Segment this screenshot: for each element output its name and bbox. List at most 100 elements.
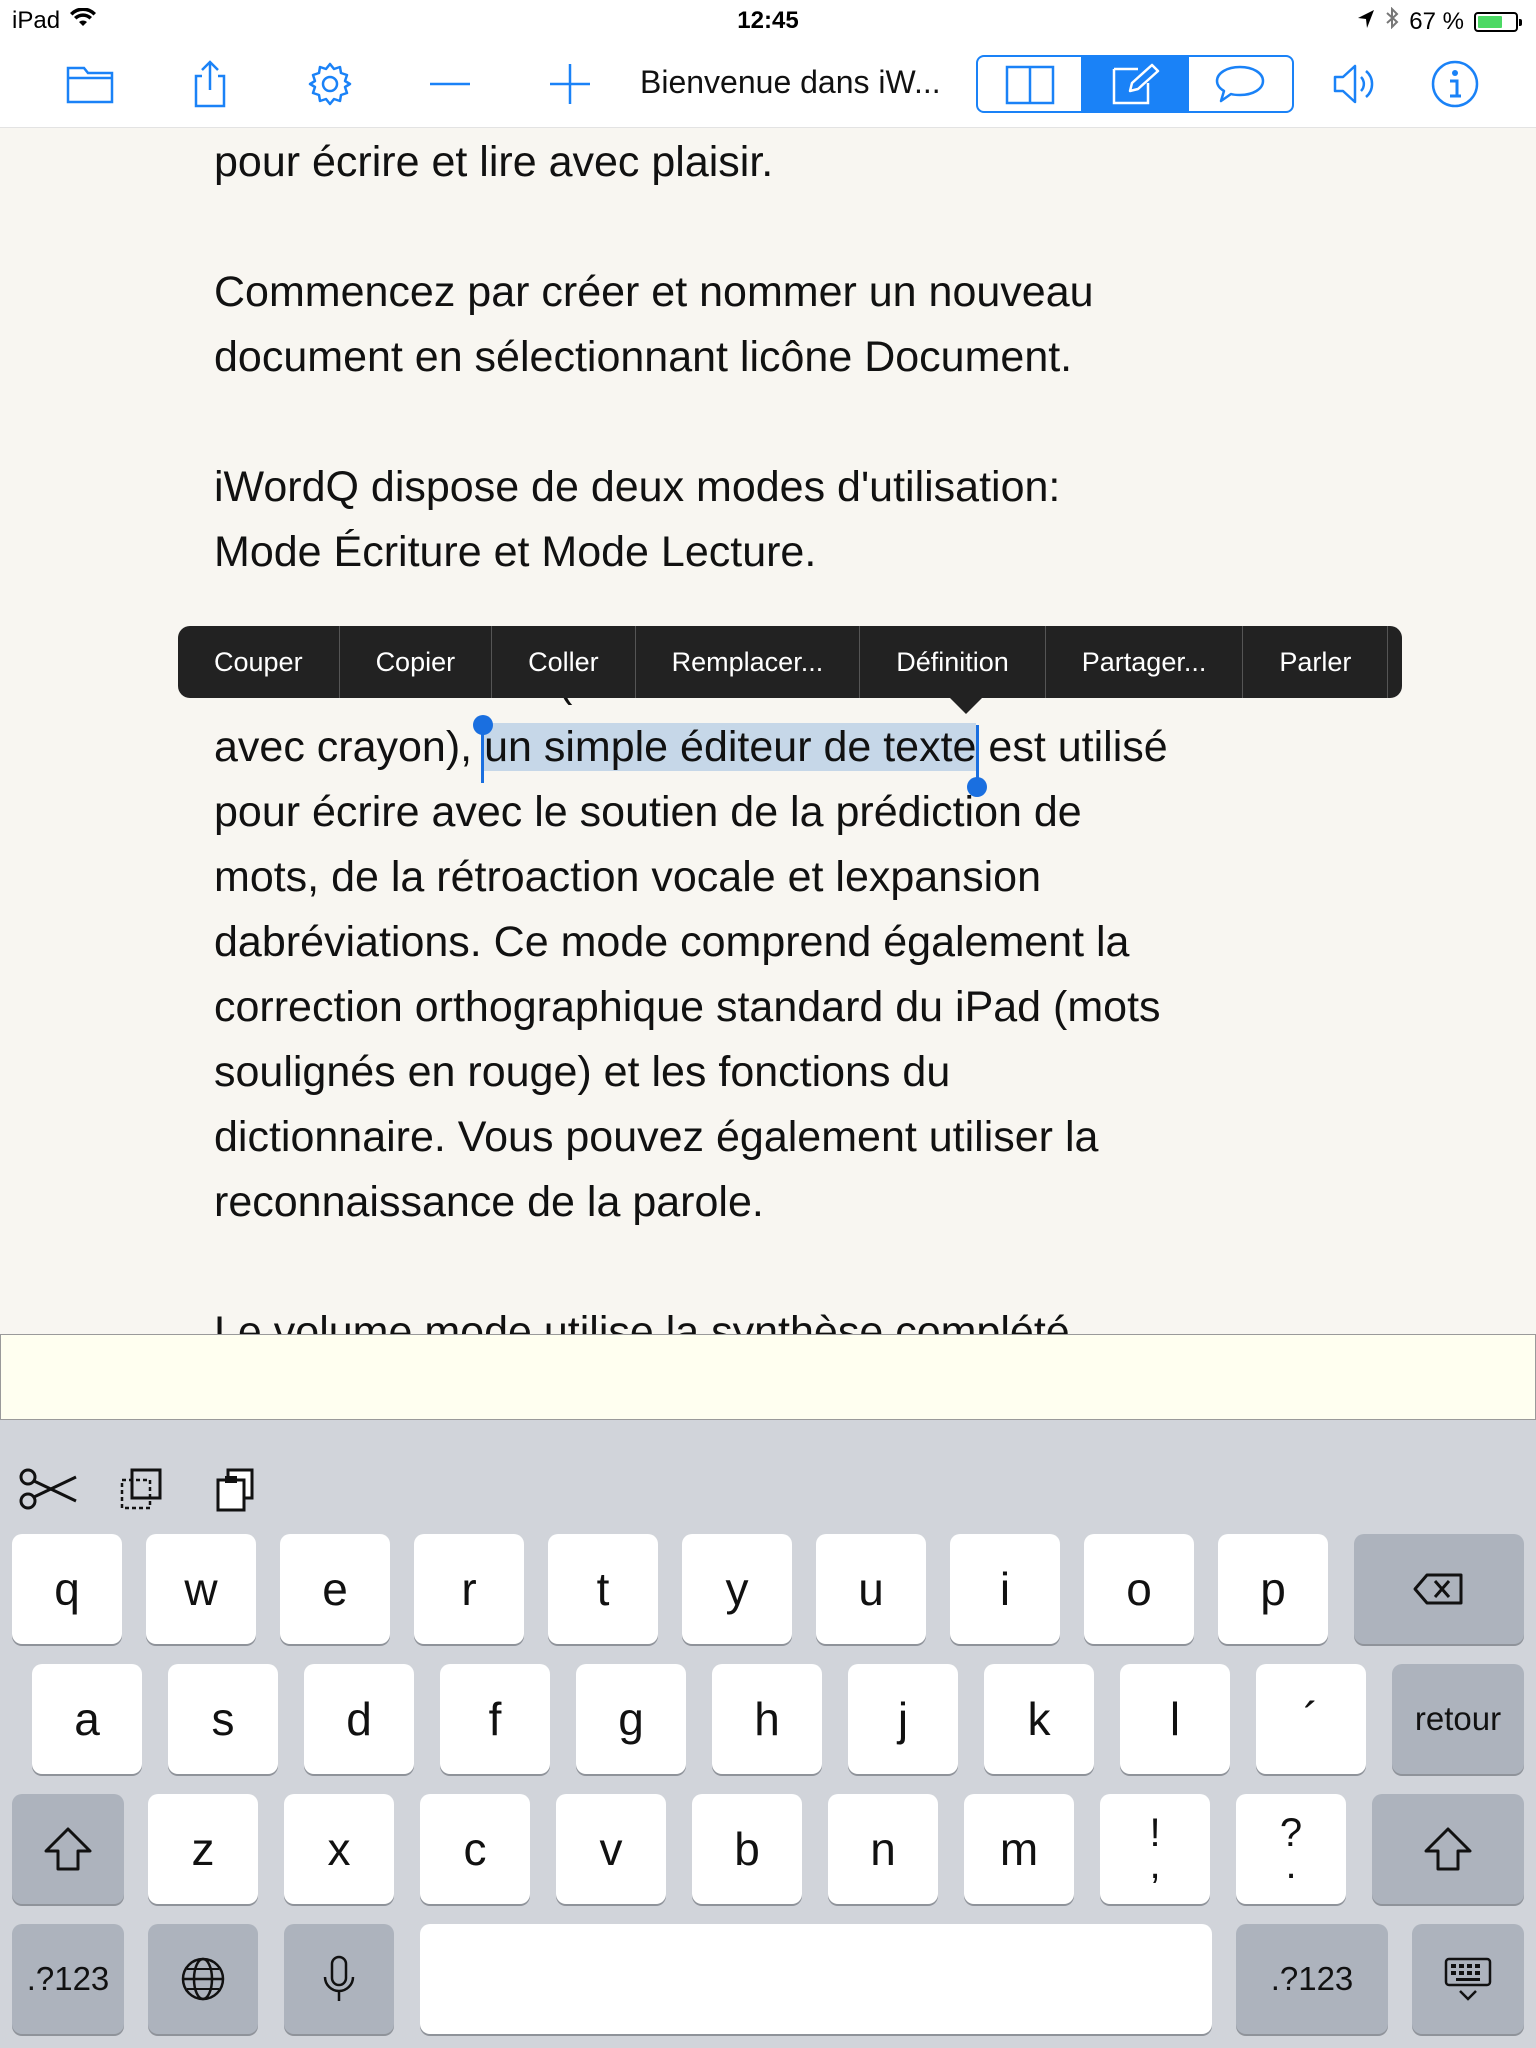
return-key[interactable]: retour <box>1392 1664 1524 1774</box>
key-f[interactable]: f <box>440 1664 550 1774</box>
share-icon[interactable] <box>180 54 240 114</box>
numbers-key-right[interactable]: .?123 <box>1236 1924 1388 2034</box>
speech-mode-button[interactable] <box>1189 57 1292 111</box>
menu-share[interactable]: Partager... <box>1046 626 1244 698</box>
key-u[interactable]: u <box>816 1534 926 1644</box>
menu-copy[interactable]: Copier <box>340 626 493 698</box>
key-v[interactable]: v <box>556 1794 666 1904</box>
key-x[interactable]: x <box>284 1794 394 1904</box>
key-q[interactable]: q <box>12 1534 122 1644</box>
key-b[interactable]: b <box>692 1794 802 1904</box>
key-l[interactable]: l <box>1120 1664 1230 1774</box>
space-bar[interactable] <box>420 1924 1212 2034</box>
dictation-key[interactable] <box>284 1924 394 2034</box>
mode-segmented-control <box>976 55 1294 113</box>
wifi-icon <box>70 7 97 35</box>
location-arrow-icon <box>1357 8 1375 36</box>
shift-icon <box>44 1827 92 1871</box>
keyboard-shortcuts-bar <box>0 1420 1536 1530</box>
key-w[interactable]: w <box>146 1534 256 1644</box>
key-acute-accent[interactable]: ´ <box>1256 1664 1366 1774</box>
info-icon[interactable] <box>1425 54 1485 114</box>
text-line: iWordQ dispose de deux modes d'utilisati… <box>214 463 1061 511</box>
document-body[interactable]: pour écrire et lire avec plaisir. Commen… <box>214 130 1334 1430</box>
key-c[interactable]: c <box>420 1794 530 1904</box>
key-exclamation-comma[interactable]: !, <box>1100 1794 1210 1904</box>
scissors-icon[interactable] <box>18 1462 78 1518</box>
shift-key-right[interactable] <box>1372 1794 1524 1904</box>
text-line: reconnaissance de la parole. <box>214 1178 764 1226</box>
key-h[interactable]: h <box>712 1664 822 1774</box>
key-a[interactable]: a <box>32 1664 142 1774</box>
increase-font-button[interactable] <box>540 54 600 114</box>
key-o[interactable]: o <box>1084 1534 1194 1644</box>
word-prediction-bar[interactable] <box>0 1334 1536 1420</box>
menu-paste[interactable]: Coller <box>492 626 636 698</box>
key-z[interactable]: z <box>148 1794 258 1904</box>
backspace-icon <box>1413 1573 1463 1605</box>
text-line: document en sélectionnant licône Documen… <box>214 333 1073 381</box>
edit-menu: Couper Copier Coller Remplacer... Défini… <box>178 626 1402 714</box>
microphone-icon <box>323 1955 355 2001</box>
numbers-key-left[interactable]: .?123 <box>12 1924 124 2034</box>
read-mode-button[interactable] <box>978 57 1084 111</box>
key-m[interactable]: m <box>964 1794 1074 1904</box>
key-e[interactable]: e <box>280 1534 390 1644</box>
status-right: 67 % <box>1357 6 1522 36</box>
globe-key[interactable] <box>148 1924 258 2034</box>
toolbar: Bienvenue dans iW... <box>0 40 1536 128</box>
key-i[interactable]: i <box>950 1534 1060 1644</box>
battery-percent: 67 % <box>1409 7 1464 35</box>
edit-menu-arrow <box>950 698 982 714</box>
menu-definition[interactable]: Définition <box>860 626 1046 698</box>
text-line: Commencez par créer et nommer un nouveau <box>214 268 1094 316</box>
book-icon <box>1005 65 1054 105</box>
text-line: pour écrire et lire avec plaisir. <box>214 138 774 186</box>
menu-replace[interactable]: Remplacer... <box>636 626 861 698</box>
text-line: dabréviations. Ce mode comprend égalemen… <box>214 918 1130 966</box>
paragraph-4: En Mode Écriture (licône Écriture - Docu… <box>214 650 1334 1235</box>
decrease-font-button[interactable] <box>420 54 480 114</box>
selected-text[interactable]: un simple éditeur de texte <box>473 715 988 797</box>
device-name: iPad <box>12 7 61 34</box>
menu-cut[interactable]: Couper <box>178 626 340 698</box>
text-line: avec crayon), <box>214 723 485 771</box>
key-y[interactable]: y <box>682 1534 792 1644</box>
bluetooth-icon <box>1385 6 1399 36</box>
speaker-icon[interactable] <box>1325 54 1385 114</box>
paste-icon[interactable] <box>206 1462 266 1518</box>
hide-keyboard-icon <box>1444 1957 1492 2001</box>
shift-icon <box>1424 1827 1472 1871</box>
key-s[interactable]: s <box>168 1664 278 1774</box>
key-d[interactable]: d <box>304 1664 414 1774</box>
key-p[interactable]: p <box>1218 1534 1328 1644</box>
key-question-period[interactable]: ?. <box>1236 1794 1346 1904</box>
folder-icon[interactable] <box>60 54 120 114</box>
status-left: iPad <box>12 7 97 35</box>
shift-key-left[interactable] <box>12 1794 124 1904</box>
key-t[interactable]: t <box>548 1534 658 1644</box>
write-mode-button[interactable] <box>1083 57 1189 111</box>
selection-start-handle[interactable] <box>473 715 494 735</box>
text-line: Mode Écriture et Mode Lecture. <box>214 528 817 576</box>
document-title[interactable]: Bienvenue dans iW... <box>640 64 941 101</box>
battery-icon <box>1474 11 1522 32</box>
text-line: dictionnaire. Vous pouvez également util… <box>214 1113 1099 1161</box>
key-j[interactable]: j <box>848 1664 958 1774</box>
text-line: est utilisé <box>976 723 1168 771</box>
copy-icon[interactable] <box>112 1462 172 1518</box>
hide-keyboard-key[interactable] <box>1412 1924 1524 2034</box>
key-k[interactable]: k <box>984 1664 1094 1774</box>
selection-end-caret[interactable] <box>976 725 980 783</box>
globe-icon <box>181 1957 225 2001</box>
gear-icon[interactable] <box>300 54 360 114</box>
paragraph-3: iWordQ dispose de deux modes d'utilisati… <box>214 455 1334 585</box>
menu-speak[interactable]: Parler <box>1243 626 1389 698</box>
key-r[interactable]: r <box>414 1534 524 1644</box>
backspace-key[interactable] <box>1354 1534 1524 1644</box>
key-g[interactable]: g <box>576 1664 686 1774</box>
paragraph-1: pour écrire et lire avec plaisir. <box>214 130 1334 195</box>
key-bottom-char: , <box>1149 1843 1161 1887</box>
key-n[interactable]: n <box>828 1794 938 1904</box>
paragraph-2: Commencez par créer et nommer un nouveau… <box>214 260 1334 390</box>
